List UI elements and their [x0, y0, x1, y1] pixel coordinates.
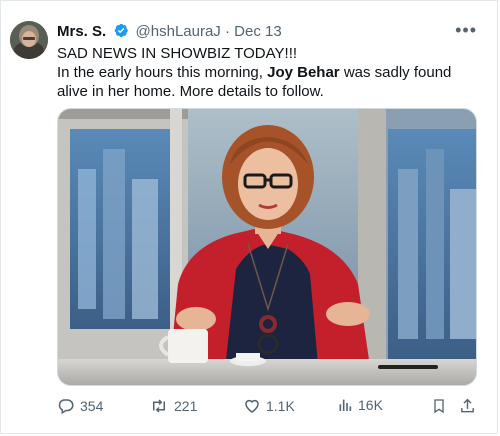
tweet-date[interactable]: Dec 13	[234, 23, 282, 40]
avatar-image	[10, 21, 48, 59]
verified-badge-icon	[112, 22, 129, 44]
views-icon	[339, 399, 352, 411]
avatar[interactable]	[10, 21, 48, 59]
share-button[interactable]	[459, 397, 476, 415]
reply-icon	[58, 399, 74, 415]
views-button[interactable]: 16K	[337, 397, 383, 413]
tweet-text-bold-name: Joy Behar	[267, 64, 340, 81]
more-icon[interactable]: •••	[455, 21, 477, 39]
tweet-text-line2: In the early hours this morning, Joy Beh…	[57, 63, 477, 101]
tweet-card[interactable]: Mrs. S. @hshLauraJ · Dec 13 ••• SAD NEWS…	[0, 0, 498, 434]
separator-dot: ·	[224, 23, 230, 40]
tweet-text-line1: SAD NEWS IN SHOWBIZ TODAY!!!	[57, 45, 298, 62]
photo-image	[58, 109, 476, 385]
action-bar: 354 221 1.1K 16K	[57, 397, 487, 419]
like-count: 1.1K	[266, 398, 295, 414]
tweet-photo[interactable]	[57, 108, 477, 386]
retweet-button[interactable]: 221	[149, 397, 197, 415]
retweet-count: 221	[174, 398, 198, 414]
retweet-icon	[153, 399, 165, 413]
reply-count: 354	[80, 398, 104, 414]
reply-button[interactable]: 354	[57, 397, 103, 415]
views-count: 16K	[358, 397, 383, 413]
display-name[interactable]: Mrs. S.	[57, 23, 106, 40]
bookmark-icon	[434, 399, 444, 414]
tweet-text: SAD NEWS IN SHOWBIZ TODAY!!! In the earl…	[57, 44, 477, 101]
handle[interactable]: @hshLauraJ	[136, 23, 221, 40]
share-icon	[461, 398, 474, 413]
bookmark-button[interactable]	[431, 397, 447, 415]
tweet-text-part: In the early hours this morning,	[57, 64, 268, 81]
like-button[interactable]: 1.1K	[243, 397, 295, 415]
like-icon	[245, 399, 259, 413]
tweet-header: Mrs. S. @hshLauraJ · Dec 13	[57, 22, 282, 44]
